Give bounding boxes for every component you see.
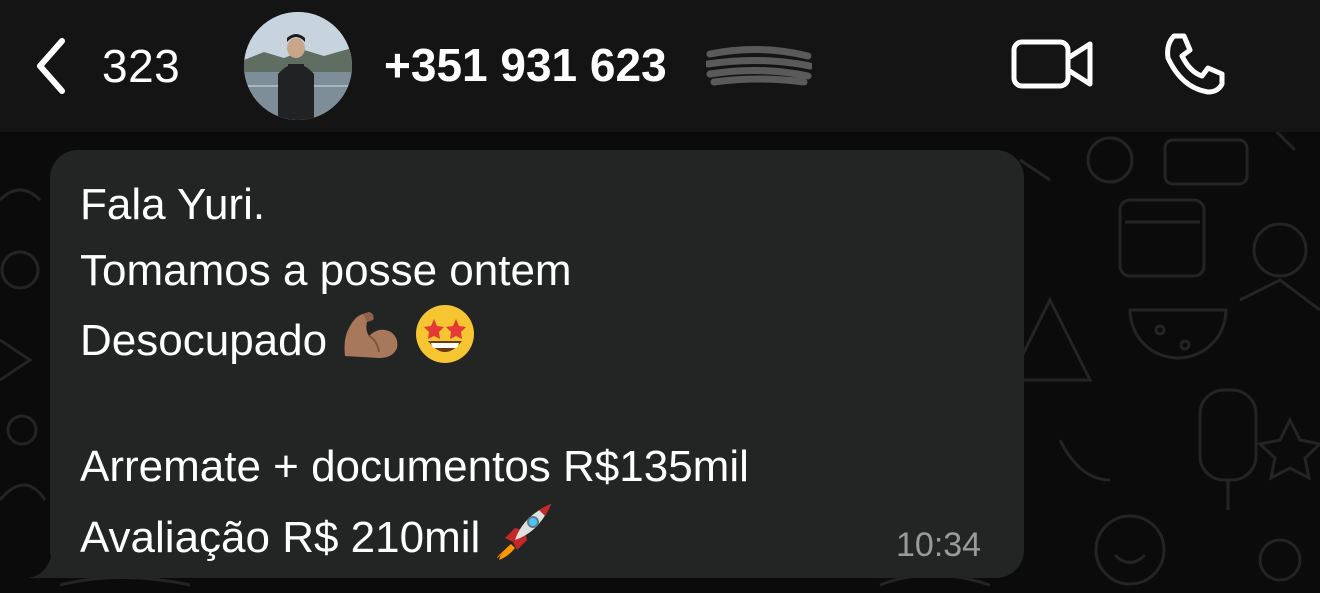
contact-avatar[interactable]: [244, 12, 352, 120]
message-line: Desocupado: [80, 303, 980, 369]
video-call-button[interactable]: [1010, 34, 1094, 94]
unread-count: 323: [102, 40, 181, 92]
message-line-text: Desocupado: [80, 315, 328, 365]
chevron-left-icon: [37, 38, 65, 94]
message-timestamp: 10:34: [896, 526, 982, 564]
phone-icon: [1165, 33, 1225, 95]
star-struck-emoji: [414, 303, 476, 384]
chat-header: 323 +351 931 623: [0, 0, 1320, 132]
message-line-text: Avaliação R$ 210mil: [80, 512, 481, 562]
message-text: Fala Yuri. Tomamos a posse ontem Desocup…: [80, 172, 980, 565]
message-line: Tomamos a posse ontem: [80, 245, 572, 295]
voice-call-button[interactable]: [1160, 30, 1228, 98]
message-line: Avaliação R$ 210mil: [80, 500, 980, 566]
flexed-biceps-emoji: [339, 308, 401, 379]
message-line-empty: [80, 369, 980, 435]
redacted-number-scribble: [706, 46, 812, 86]
message-line: Arremate + documentos R$135mil: [80, 442, 749, 491]
rocket-emoji: [493, 500, 555, 581]
message-line: Fala Yuri.: [80, 180, 266, 229]
back-button[interactable]: 323: [30, 30, 210, 102]
video-camera-icon: [1011, 39, 1093, 89]
contact-name[interactable]: +351 931 623: [384, 38, 667, 92]
